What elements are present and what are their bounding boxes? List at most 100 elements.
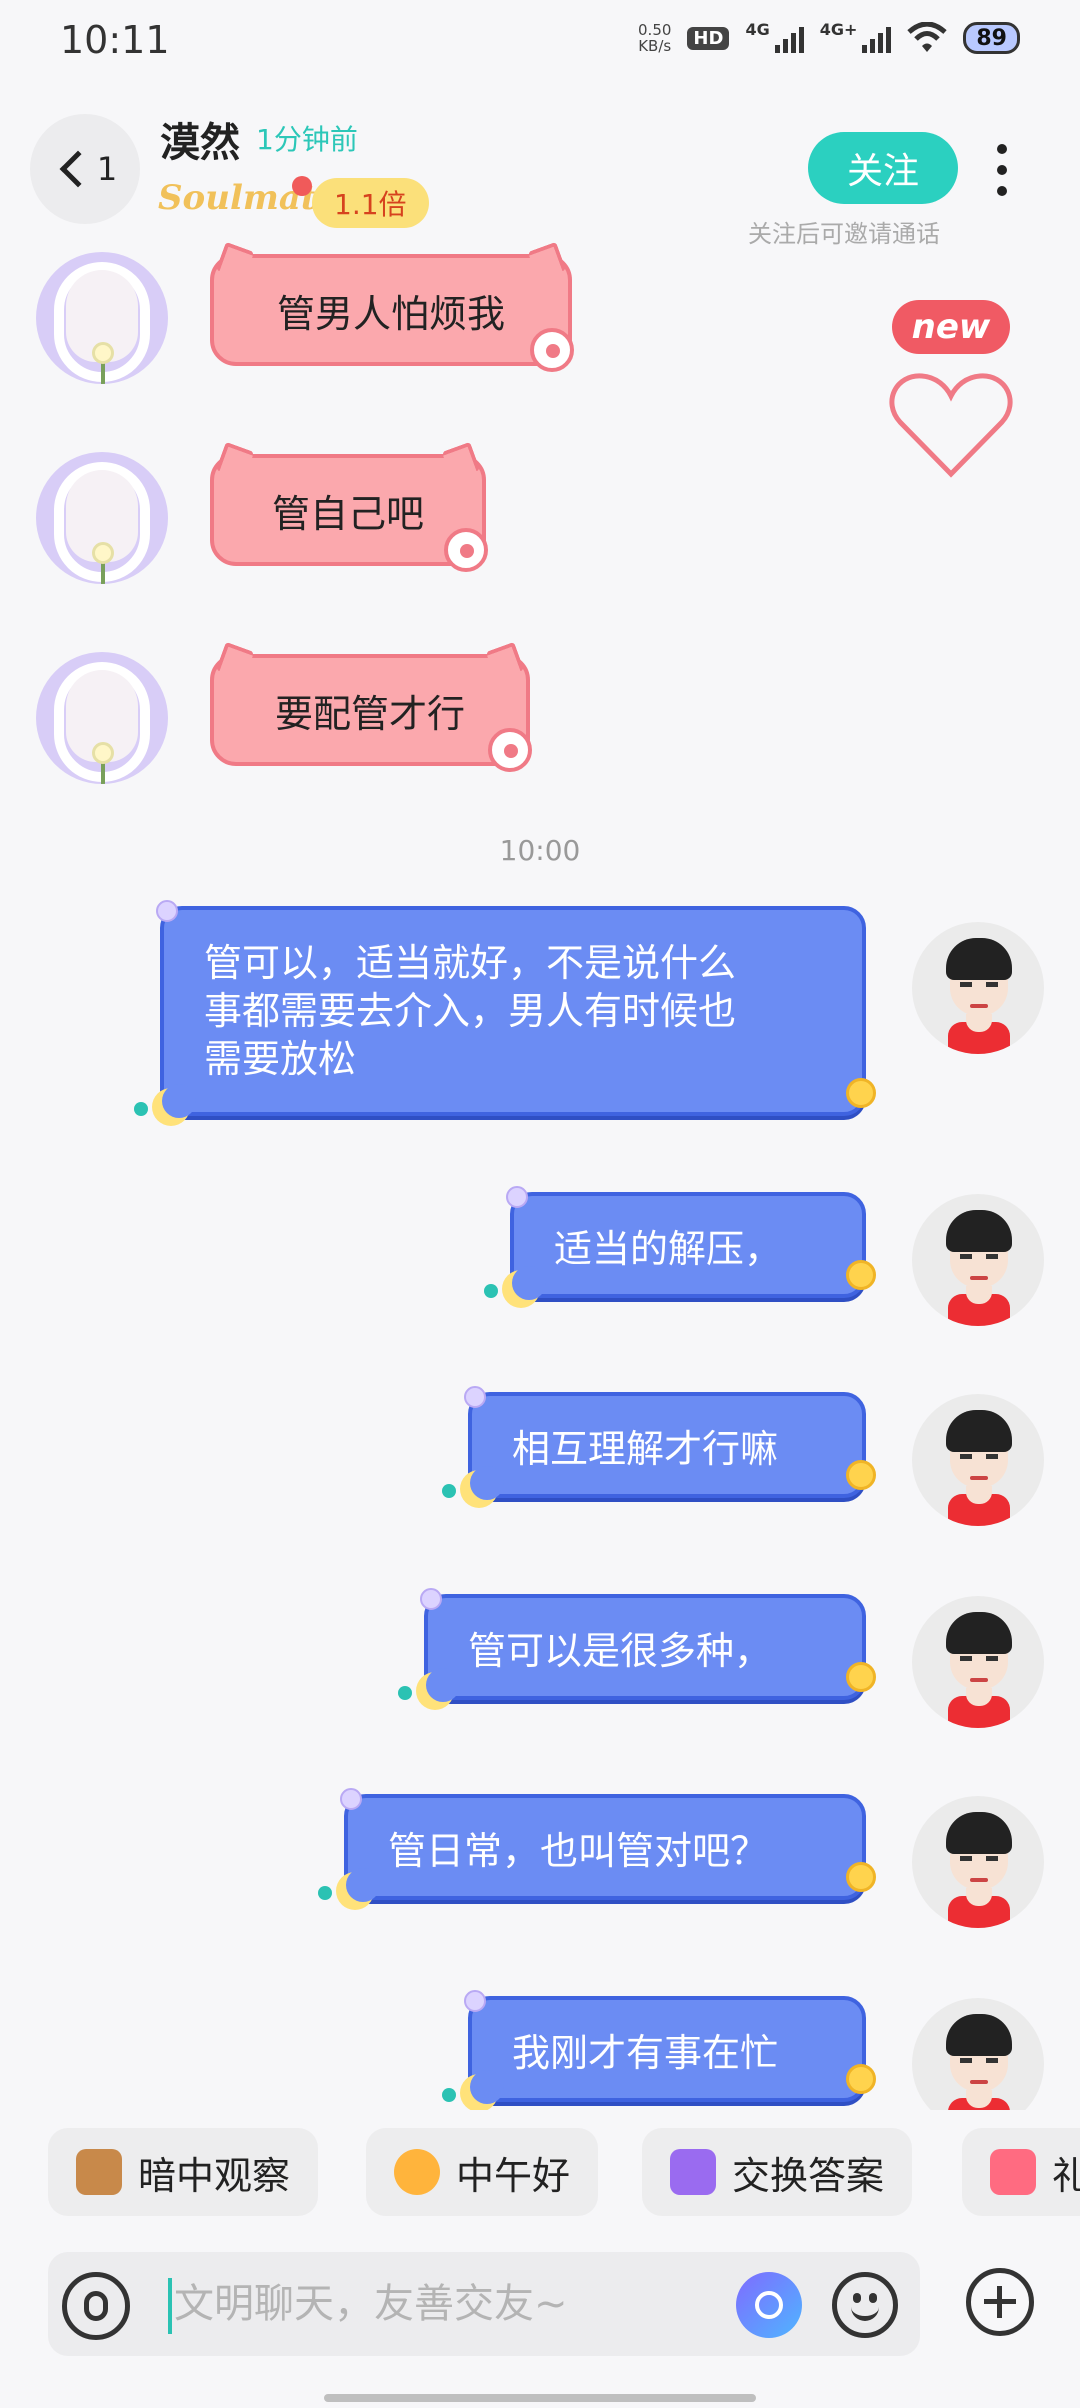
moon-decoration-icon: [416, 1668, 460, 1710]
outgoing-message[interactable]: 适当的解压，: [484, 1186, 876, 1308]
incoming-message[interactable]: 管自己吧: [210, 454, 488, 572]
emoji-icon[interactable]: [832, 2272, 898, 2338]
quick-reply-bar: 暗中观察 中午好 交换答案 礼: [0, 2128, 1080, 2218]
dot-decoration: [318, 1886, 332, 1900]
message-input-bar: [48, 2252, 920, 2356]
back-button[interactable]: 1: [30, 114, 140, 224]
message-text-line: 管可以，适当就好，不是说什么: [204, 941, 737, 985]
network-type-1: 4G: [745, 20, 770, 39]
outgoing-message[interactable]: 管日常，也叫管对吧？: [318, 1788, 876, 1910]
text-caret: [168, 2278, 172, 2334]
message-text: 管日常，也叫管对吧？: [388, 1828, 769, 1873]
hd-icon: HD: [687, 26, 730, 50]
speed-unit: KB/s: [638, 37, 672, 55]
status-icons: 0.50 KB/s HD 4G 4G+ 89: [638, 20, 1020, 54]
my-avatar[interactable]: [912, 1596, 1044, 1728]
message-input[interactable]: [174, 2270, 724, 2338]
chat-header: 1 漠然 1分钟前 Soulmate 1.1倍 关注 关注后可邀请通话: [0, 100, 1080, 250]
message-text: 适当的解压，: [554, 1226, 783, 1271]
star-decoration-icon: [464, 1990, 486, 2012]
message-text-line: 需要放松: [204, 1037, 357, 1081]
message-text: 管男人怕烦我: [276, 291, 505, 336]
peer-avatar[interactable]: [36, 452, 168, 584]
dot-decoration: [398, 1686, 412, 1700]
mention-icon[interactable]: [62, 2272, 130, 2340]
chip-label: 中午好: [456, 2153, 571, 2198]
outgoing-message[interactable]: 相互理解才行嘛: [442, 1386, 876, 1508]
speed-value: 0.50: [638, 21, 672, 39]
new-badge[interactable]: new: [892, 300, 1010, 354]
last-seen: 1分钟前: [256, 123, 358, 156]
follow-button[interactable]: 关注: [808, 132, 958, 204]
incoming-message[interactable]: 管男人怕烦我: [210, 254, 574, 372]
moon-decoration-icon: [460, 2070, 504, 2110]
ai-assistant-icon[interactable]: [736, 2272, 802, 2338]
paw-icon: [530, 328, 574, 372]
my-avatar[interactable]: [912, 922, 1044, 1054]
status-bar: 10:11 0.50 KB/s HD 4G 4G+ 89: [0, 0, 1080, 84]
moon-decoration-icon: [336, 1868, 380, 1910]
paw-icon: [444, 528, 488, 572]
moon-decoration-icon: [460, 1466, 504, 1508]
moon-decoration-icon: [502, 1266, 546, 1308]
quick-reply-chip[interactable]: 礼: [962, 2128, 1080, 2216]
message-text: 管自己吧: [271, 491, 424, 536]
time-separator: 10:00: [499, 834, 581, 867]
message-text-line: 事都需要去介入，男人有时候也: [204, 989, 737, 1033]
gift-icon: [990, 2149, 1036, 2195]
add-more-icon[interactable]: [966, 2268, 1034, 2336]
more-options-icon[interactable]: [990, 144, 1014, 196]
my-avatar[interactable]: [912, 1998, 1044, 2110]
signal-icon-2: 4G+: [819, 20, 892, 53]
wifi-icon: [907, 22, 948, 52]
unread-count: 1: [96, 150, 118, 188]
quick-reply-chip[interactable]: 中午好: [366, 2128, 599, 2216]
dot-decoration: [442, 1484, 456, 1498]
star-decoration-icon: [156, 900, 178, 922]
heart-icon[interactable]: [888, 370, 1014, 480]
planet-decoration-icon: [846, 1862, 876, 1892]
my-avatar[interactable]: [912, 1194, 1044, 1326]
network-speed: 0.50 KB/s: [638, 22, 671, 54]
my-avatar[interactable]: [912, 1796, 1044, 1928]
battery-icon: 89: [963, 22, 1020, 54]
star-decoration-icon: [464, 1386, 486, 1408]
incoming-message[interactable]: 要配管才行: [210, 654, 532, 772]
chevron-left-icon: [59, 150, 97, 188]
exchange-icon: [670, 2149, 716, 2195]
outgoing-message[interactable]: 管可以是很多种，: [398, 1588, 876, 1710]
dot-decoration: [442, 2088, 456, 2102]
home-indicator[interactable]: [324, 2394, 756, 2402]
my-avatar[interactable]: [912, 1394, 1044, 1526]
peer-avatar[interactable]: [36, 652, 168, 784]
message-text: 管可以是很多种，: [468, 1628, 773, 1673]
paw-icon: [488, 728, 532, 772]
star-decoration-icon: [340, 1788, 362, 1810]
signal-icon-1: 4G: [745, 20, 804, 53]
message-text: 我刚才有事在忙: [512, 2030, 779, 2075]
notification-dot: [292, 176, 312, 196]
message-list[interactable]: new 管男人怕烦我 管自己吧 要配管才行 10:00 管可以，适当就好，不是说…: [0, 230, 1080, 2110]
moon-decoration-icon: [152, 1084, 196, 1126]
chip-label: 暗中观察: [138, 2153, 291, 2198]
outgoing-message[interactable]: 我刚才有事在忙: [442, 1990, 876, 2110]
quick-reply-chip[interactable]: 交换答案: [642, 2128, 913, 2216]
outgoing-message[interactable]: 管可以，适当就好，不是说什么 事都需要去介入，男人有时候也 需要放松: [134, 900, 876, 1126]
star-decoration-icon: [506, 1186, 528, 1208]
planet-decoration-icon: [846, 1662, 876, 1692]
message-text: 要配管才行: [274, 691, 465, 736]
peer-name[interactable]: 漠然: [160, 110, 240, 168]
peer-avatar[interactable]: [36, 252, 168, 384]
dot-decoration: [134, 1102, 148, 1116]
status-time: 10:11: [60, 18, 170, 62]
planet-decoration-icon: [846, 2064, 876, 2094]
network-type-2: 4G+: [819, 20, 858, 39]
quick-reply-chip[interactable]: 暗中观察: [48, 2128, 319, 2216]
chip-label: 交换答案: [732, 2153, 885, 2198]
star-decoration-icon: [420, 1588, 442, 1610]
message-text: 相互理解才行嘛: [512, 1426, 779, 1471]
dot-decoration: [484, 1284, 498, 1298]
planet-decoration-icon: [846, 1460, 876, 1490]
multiplier-badge[interactable]: 1.1倍: [312, 178, 429, 228]
peek-bear-icon: [76, 2149, 122, 2195]
